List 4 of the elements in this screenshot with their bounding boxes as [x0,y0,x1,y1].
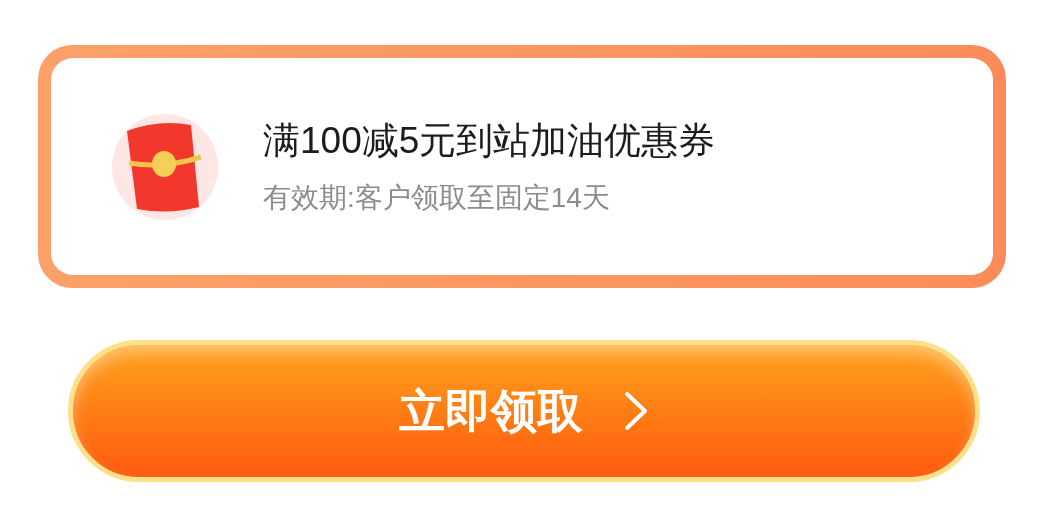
chevron-right-icon [623,390,649,432]
validity-text: 有效期:客户领取至固定14天 [263,180,611,215]
coupon-title: 满100减5元到站加油优惠券 [263,118,716,163]
claim-button[interactable]: 立即领取 [68,340,980,482]
